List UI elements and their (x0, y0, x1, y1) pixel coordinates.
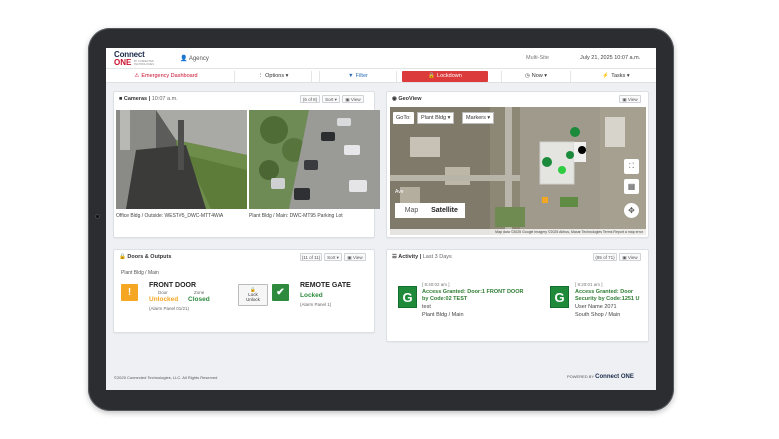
activity-title-cont: Security by Code:1251 U (575, 296, 640, 302)
clock-icon: ◷ (524, 73, 530, 79)
options-menu[interactable]: ⋮ Options ▾ (234, 71, 312, 82)
grid-icon[interactable]: ▦ (624, 179, 639, 194)
doors-count: (11 of 11) (300, 253, 322, 261)
current-datetime: July 21, 2025 10:07 a.m. (580, 55, 641, 61)
chevron-down-icon: ▾ (544, 73, 548, 79)
list-icon: ☰ (392, 254, 397, 260)
map-type-toggle: Map Satellite (395, 203, 465, 218)
cameras-view-button[interactable]: ▣ View (342, 95, 364, 103)
door-name-remote-gate[interactable]: REMOTE GATE (300, 282, 351, 289)
filter-button[interactable]: ▼ Filter (319, 71, 397, 82)
chevron-down-icon: ▾ (626, 73, 630, 79)
cameras-count: (6 of 8) (300, 95, 320, 103)
filter-icon: ▼ (348, 73, 354, 79)
geoview-map[interactable]: GoTo: Plant Bldg ▾ Markers ▾ Ave Map Sate… (390, 107, 646, 235)
doors-view-button[interactable]: ▣ View (344, 253, 366, 261)
doors-site-label: Plant Bldg / Main (121, 270, 159, 276)
doors-outputs-panel: 🔒 Doors & Outputs (11 of 11) Sort ▾ ▣ Vi… (113, 249, 375, 333)
door-label: Door (158, 290, 168, 295)
emergency-dashboard-link[interactable]: ⚠ Emergency Dashboard (114, 71, 218, 82)
geoview-view-button[interactable]: ▣ View (619, 95, 641, 103)
video-camera-icon: ■ (119, 96, 123, 102)
top-bar: Connect ONE BY CONNECTED TECHNOLOGIES 👤 … (106, 48, 656, 68)
activity-header: ☰ Activity | Last 3 Days (392, 254, 452, 260)
zone-label: Zone (194, 290, 205, 295)
zone-state-front: Closed (188, 296, 210, 303)
footer-powered-by: POWERED BY Connect ONE (567, 374, 634, 380)
map-type-map[interactable]: Map (395, 203, 428, 218)
unlocked-status-icon: ! (121, 284, 138, 301)
agency-link[interactable]: 👤 Agency (180, 55, 209, 62)
activity-user: test (422, 304, 431, 310)
activity-title[interactable]: Access Granted: Door (575, 289, 633, 296)
street-label: Ave (395, 189, 404, 195)
geoview-panel: ◉ GeoView ▣ View GoTo: Plant Bldg ▾ Mark… (386, 91, 649, 238)
footer-copyright: ©2025 Connected Technologies, LLC. All R… (114, 375, 218, 380)
activity-panel: ☰ Activity | Last 3 Days (85 of 71) ▣ Vi… (386, 249, 649, 342)
doors-header: 🔒 Doors & Outputs (119, 254, 172, 260)
agency-label: Agency (188, 56, 209, 62)
door-panel-remote-gate: (Alarm Panel 1) (300, 302, 332, 307)
connectone-logo[interactable]: Connect ONE BY CONNECTED TECHNOLOGIES (114, 51, 162, 67)
activity-view-button[interactable]: ▣ View (619, 253, 641, 261)
access-granted-icon: G (398, 286, 417, 308)
goto-location-select[interactable]: Plant Bldg ▾ (417, 112, 455, 124)
activity-site: South Shop / Main (575, 312, 621, 318)
locked-status-icon: ✔ (272, 284, 289, 301)
globe-icon: ◉ (392, 96, 397, 102)
bolt-icon: ⚡ (602, 73, 610, 79)
geoview-header: ◉ GeoView (392, 96, 422, 102)
door-state-front: Unlocked (149, 296, 179, 303)
pan-control-icon[interactable]: ✥ (624, 203, 639, 218)
user-icon: 👤 (180, 56, 188, 62)
doors-sort-button[interactable]: Sort ▾ (324, 253, 342, 261)
lockdown-button[interactable]: 🔒 Lockdown (402, 71, 488, 82)
activity-count: (85 of 71) (593, 253, 617, 261)
goto-control: GoTo: (393, 112, 414, 124)
app-screen: Connect ONE BY CONNECTED TECHNOLOGIES 👤 … (106, 48, 656, 390)
lock-unlock-button[interactable]: 🔒 Lock Unlock (238, 284, 268, 306)
lock-icon: 🔒 (428, 73, 436, 79)
access-granted-icon: G (550, 286, 569, 308)
kebab-icon: ⋮ (257, 73, 264, 79)
cameras-header: ■ Cameras | 10:07 a.m. (119, 96, 178, 102)
door-name-front[interactable]: FRONT DOOR (149, 282, 196, 289)
alert-icon: ⚠ (134, 73, 140, 79)
camera-caption-office: Office Bldg / Outside: WEST#5_DWC-MTT4Wi… (116, 213, 224, 219)
activity-time: [ 8:40:02 am ] (422, 282, 450, 287)
logo-tagline: BY CONNECTED TECHNOLOGIES (134, 60, 154, 66)
activity-title[interactable]: Access Granted: Door:1 FRONT DOOR (422, 289, 523, 296)
chevron-down-icon: ▾ (285, 73, 289, 79)
camera-feed-parking-lot[interactable] (249, 110, 380, 209)
camera-feed-office-west[interactable] (116, 110, 247, 209)
activity-time: [ 8:20:01 am ] (575, 282, 603, 287)
activity-user: User Name 2071 (575, 304, 617, 310)
nav-bar: ⚠ Emergency Dashboard ⋮ Options ▾ ▼ Filter … (106, 68, 656, 83)
tablet-camera (95, 214, 100, 219)
cameras-sort-button[interactable]: Sort ▾ (322, 95, 340, 103)
multisite-label[interactable]: Multi-Site (526, 55, 549, 61)
map-attribution: Map data ©2025 Google Imagery ©2025 Airb… (390, 229, 646, 235)
fullscreen-icon[interactable]: ⛶ (624, 159, 639, 174)
cameras-panel: ■ Cameras | 10:07 a.m. (6 of 8) Sort ▾ ▣… (113, 91, 380, 238)
now-menu[interactable]: ◷ Now ▾ (501, 71, 571, 82)
door-state-remote-gate: Locked (300, 292, 323, 299)
activity-title-cont: by Code:02 TEST (422, 296, 468, 302)
map-type-satellite[interactable]: Satellite (428, 203, 461, 218)
lock-icon: 🔒 (119, 254, 126, 260)
camera-caption-parking: Plant Bldg / Main: DWC-MT95 Parking Lot (249, 213, 343, 219)
tablet-frame: Connect ONE BY CONNECTED TECHNOLOGIES 👤 … (88, 28, 674, 411)
activity-site: Plant Bldg / Main (422, 312, 464, 318)
door-panel-front: (Alarm Panel 01/21) (149, 306, 190, 311)
tasks-menu[interactable]: ⚡ Tasks ▾ (584, 71, 648, 82)
markers-select[interactable]: Markers ▾ (462, 112, 495, 124)
